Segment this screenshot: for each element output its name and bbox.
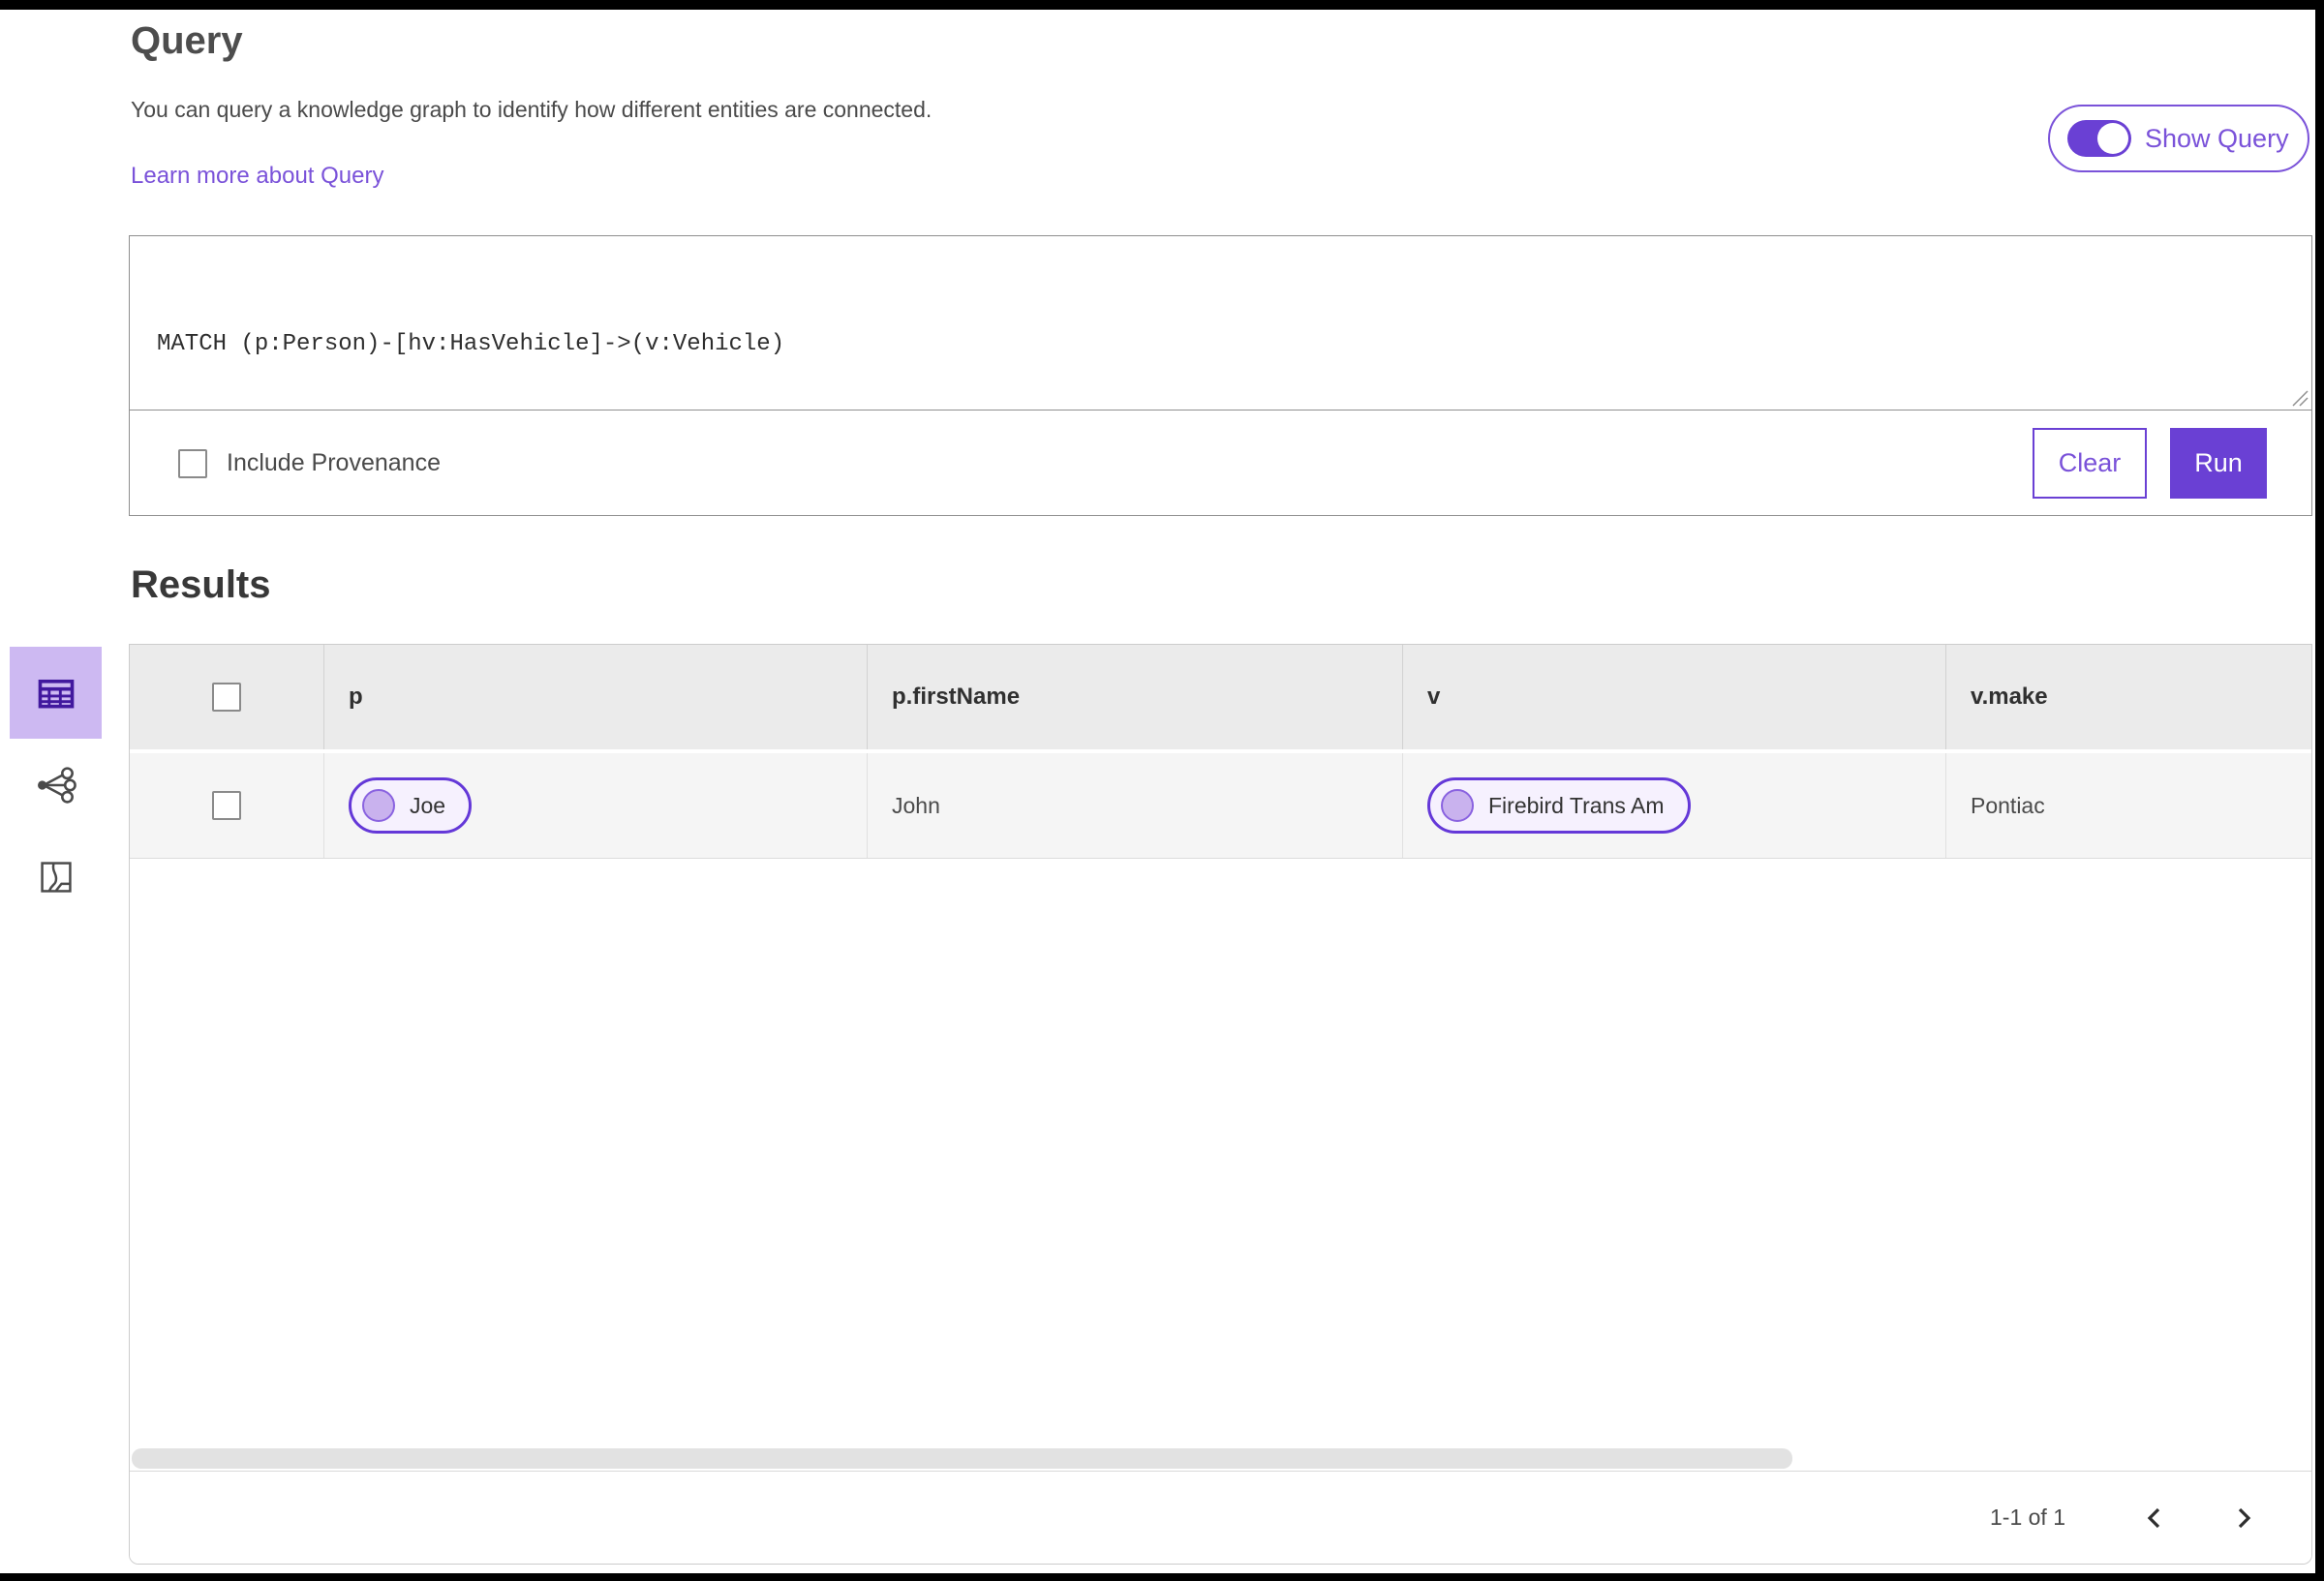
page-description: You can query a knowledge graph to ident… xyxy=(131,97,933,122)
cell-p-firstname: John xyxy=(868,753,1403,858)
cell-v: Firebird Trans Am xyxy=(1403,753,1946,858)
show-query-toggle[interactable]: Show Query xyxy=(2048,105,2309,172)
results-view-switcher xyxy=(10,647,102,923)
column-header-v-make: v.make xyxy=(1971,684,2048,710)
previous-page-button[interactable] xyxy=(2133,1497,2176,1539)
table-view-button[interactable] xyxy=(10,647,102,739)
row-checkbox-cell xyxy=(130,753,324,858)
query-editor-footer: Include Provenance Clear Run xyxy=(130,411,2311,515)
select-all-checkbox[interactable] xyxy=(212,683,241,712)
entity-pill-person[interactable]: Joe xyxy=(349,777,473,834)
query-code-line: MATCH (p:Person)-[hv:HasVehicle]->(v:Veh… xyxy=(157,331,785,357)
learn-more-link[interactable]: Learn more about Query xyxy=(131,163,383,190)
screenshot-frame-right xyxy=(2315,0,2324,1581)
link-chart-view-icon xyxy=(37,766,76,804)
cell-p: Joe xyxy=(324,753,868,858)
screenshot-frame-top xyxy=(0,0,2324,10)
entity-node-icon xyxy=(362,789,395,822)
include-provenance-label: Include Provenance xyxy=(227,449,441,476)
entity-node-icon xyxy=(1441,789,1474,822)
resize-grip-icon[interactable] xyxy=(2289,387,2309,407)
cell-v-make: Pontiac xyxy=(1971,792,2045,818)
page-title: Query xyxy=(131,19,243,62)
map-view-icon xyxy=(40,861,72,893)
link-chart-view-button[interactable] xyxy=(10,739,102,831)
query-code-textarea[interactable]: MATCH (p:Person)-[hv:HasVehicle]->(v:Veh… xyxy=(130,236,2311,410)
run-button[interactable]: Run xyxy=(2170,428,2267,499)
next-page-button[interactable] xyxy=(2222,1497,2265,1539)
toggle-switch-icon[interactable] xyxy=(2067,120,2131,157)
map-view-button[interactable] xyxy=(10,831,102,923)
results-title: Results xyxy=(131,563,271,606)
column-header-p-firstname: p.firstName xyxy=(868,645,1403,749)
entity-label: Joe xyxy=(410,792,446,818)
table-view-icon xyxy=(38,679,74,708)
column-header-v: v xyxy=(1403,645,1946,749)
query-editor-panel: MATCH (p:Person)-[hv:HasVehicle]->(v:Veh… xyxy=(129,235,2312,516)
table-row: Joe John Firebird Trans Am Pontiac xyxy=(130,753,2311,859)
header-checkbox-cell xyxy=(130,645,324,749)
clear-button[interactable]: Clear xyxy=(2033,428,2147,499)
horizontal-scrollbar-thumb[interactable] xyxy=(132,1448,1792,1469)
chevron-left-icon xyxy=(2147,1507,2160,1528)
results-table-panel: p p.firstName v v.make Joe John Firebird… xyxy=(129,644,2312,1565)
row-checkbox[interactable] xyxy=(212,791,241,820)
screenshot-frame-bottom xyxy=(0,1573,2324,1581)
column-header-p: p xyxy=(324,645,868,749)
chevron-right-icon xyxy=(2238,1507,2251,1528)
show-query-label: Show Query xyxy=(2145,123,2289,153)
entity-label: Firebird Trans Am xyxy=(1488,792,1665,818)
include-provenance-checkbox[interactable] xyxy=(178,448,207,478)
pagination-range-label: 1-1 of 1 xyxy=(1990,1505,2065,1530)
table-header-row: p p.firstName v v.make xyxy=(130,645,2311,753)
toggle-knob xyxy=(2097,123,2128,154)
entity-pill-vehicle[interactable]: Firebird Trans Am xyxy=(1427,777,1691,834)
pagination-bar: 1-1 of 1 xyxy=(130,1471,2311,1564)
